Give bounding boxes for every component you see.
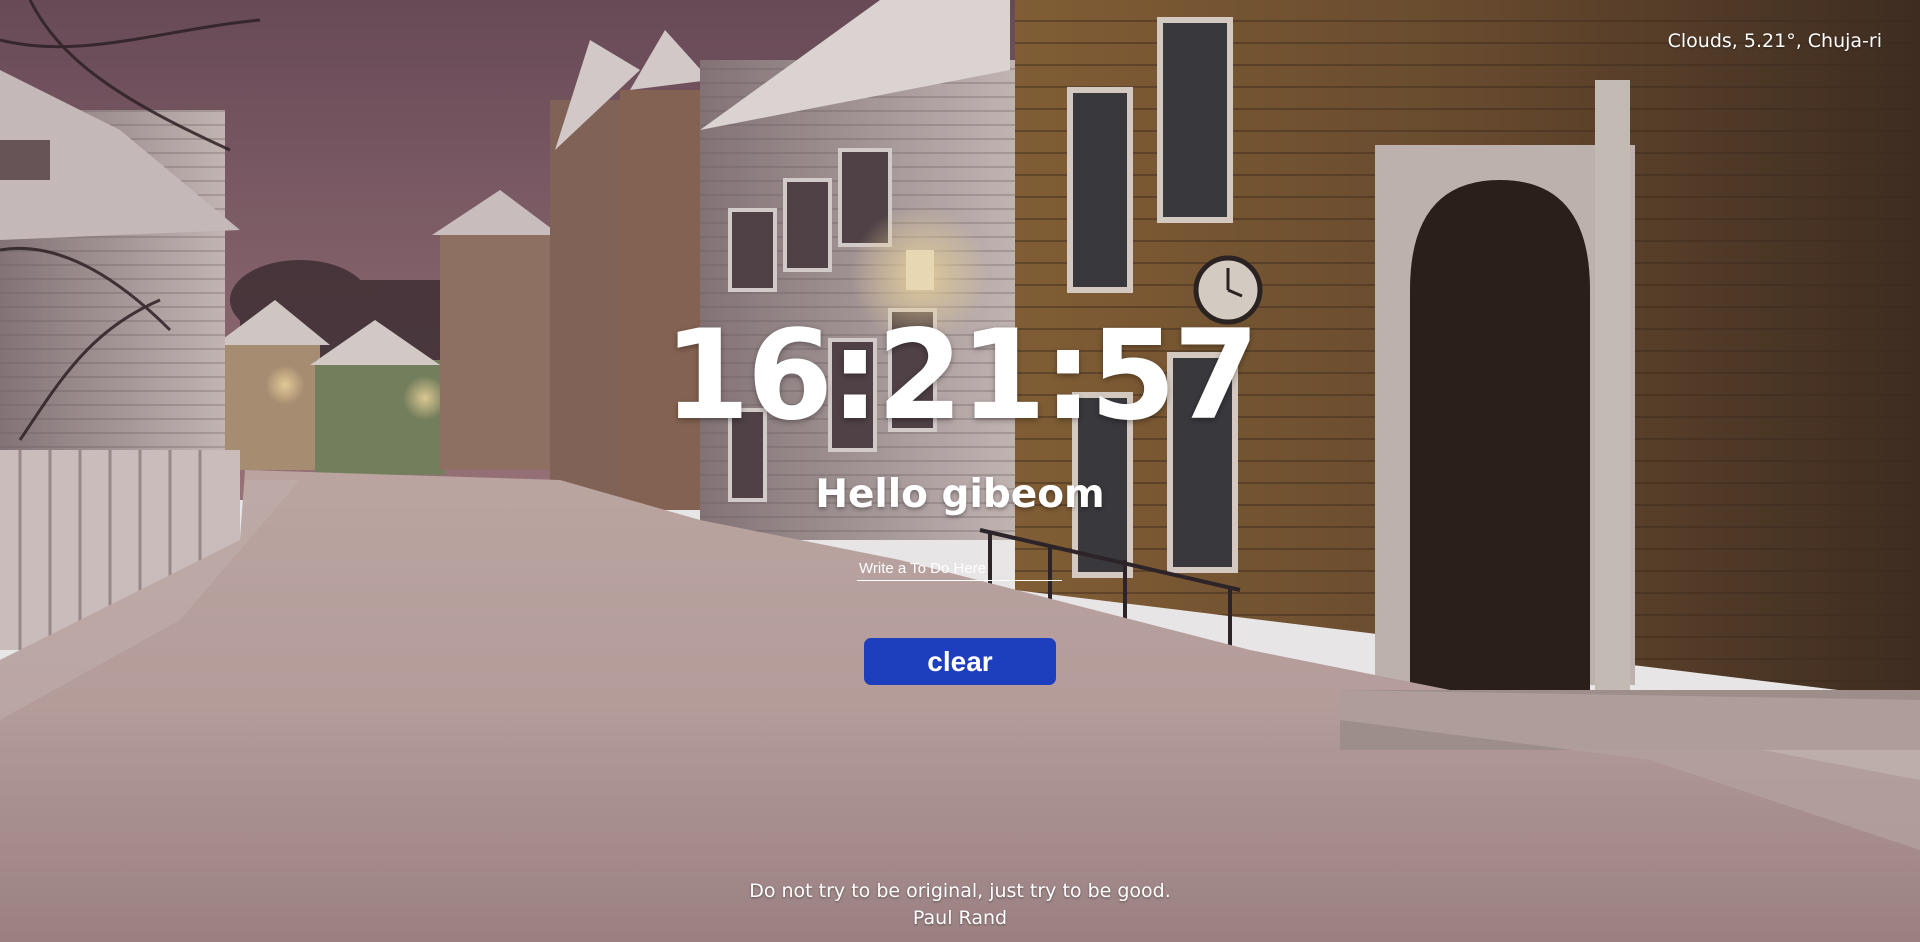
quote-author: Paul Rand [912,907,1008,929]
main-content: 16:21:57 Hello gibeom clear Do not try t… [0,0,1920,942]
todo-input[interactable] [857,557,1062,581]
quote-block: Do not try to be original, just try to b… [0,878,1920,932]
clock-time: 16:21:57 [663,304,1260,448]
clear-button[interactable]: clear [864,638,1056,685]
quote-text: Do not try to be original, just try to b… [749,880,1171,902]
greeting-text: Hello gibeom [815,472,1105,517]
